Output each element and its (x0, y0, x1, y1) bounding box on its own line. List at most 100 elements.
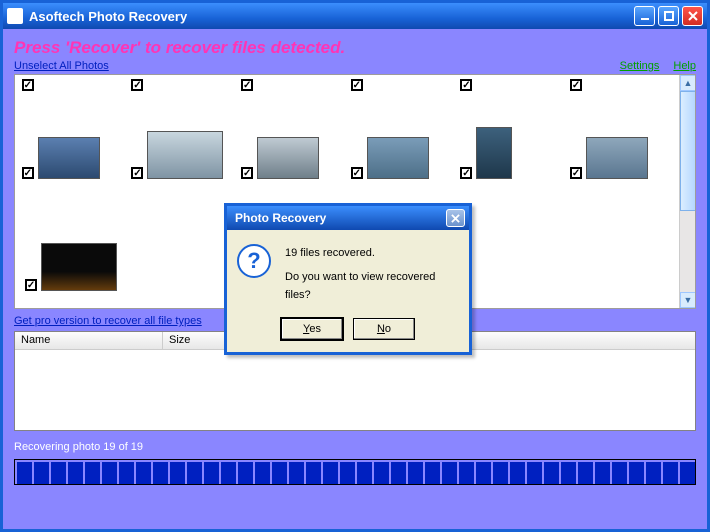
link-bar: Unselect All Photos Settings Help (14, 60, 696, 74)
status-text: Recovering photo 19 of 19 (14, 431, 696, 459)
photo-checkbox[interactable]: ✓ (241, 79, 253, 91)
thumbnail-cell: ✓ (131, 127, 235, 179)
instruction-text: Press 'Recover' to recover files detecte… (14, 36, 696, 60)
photo-thumbnail[interactable] (257, 137, 319, 179)
thumbnail-cell: ✓ (241, 79, 345, 93)
progress-segment (425, 462, 440, 484)
photo-checkbox[interactable]: ✓ (22, 79, 34, 91)
settings-link[interactable]: Settings (620, 60, 660, 72)
progress-segment (153, 462, 168, 484)
help-link[interactable]: Help (673, 60, 696, 72)
photo-checkbox[interactable]: ✓ (25, 279, 37, 291)
maximize-button[interactable] (658, 6, 679, 26)
progress-segment (136, 462, 151, 484)
scroll-up-button[interactable]: ▲ (680, 75, 696, 91)
progress-segment (340, 462, 355, 484)
dialog-close-button[interactable] (446, 209, 465, 227)
progress-segment (459, 462, 474, 484)
progress-segment (408, 462, 423, 484)
progress-segment (255, 462, 270, 484)
photo-thumbnail[interactable] (586, 137, 648, 179)
progress-segment (119, 462, 134, 484)
progress-segment (374, 462, 389, 484)
progress-segment (561, 462, 576, 484)
progress-segment (102, 462, 117, 484)
scroll-thumb[interactable] (680, 91, 696, 211)
progress-segment (595, 462, 610, 484)
no-button[interactable]: No (353, 318, 415, 340)
unselect-all-link[interactable]: Unselect All Photos (14, 60, 109, 72)
photo-thumbnail[interactable] (41, 243, 117, 291)
progress-segment (578, 462, 593, 484)
photo-checkbox[interactable]: ✓ (351, 167, 363, 179)
yes-button[interactable]: Yes (281, 318, 343, 340)
progress-segment (272, 462, 287, 484)
progress-segment (680, 462, 695, 484)
photo-checkbox[interactable]: ✓ (570, 167, 582, 179)
photo-checkbox[interactable]: ✓ (351, 79, 363, 91)
progress-segment (357, 462, 372, 484)
photo-thumbnail[interactable] (38, 137, 100, 179)
photo-thumbnail[interactable] (476, 127, 512, 179)
thumbnail-cell: ✓ (22, 127, 126, 179)
photo-checkbox[interactable]: ✓ (241, 167, 253, 179)
progress-segment (17, 462, 32, 484)
close-button[interactable] (682, 6, 703, 26)
photo-checkbox[interactable]: ✓ (460, 167, 472, 179)
photo-checkbox[interactable]: ✓ (131, 79, 143, 91)
thumbnail-cell: ✓ (131, 79, 235, 93)
thumbnail-cell: ✓ (570, 127, 674, 179)
progress-segment (170, 462, 185, 484)
photo-thumbnail[interactable] (367, 137, 429, 179)
thumbnail-cell: ✓ (460, 127, 564, 179)
progress-segment (51, 462, 66, 484)
question-icon: ? (237, 244, 271, 278)
thumbnail-cell: ✓ (241, 127, 345, 179)
dialog-titlebar: Photo Recovery (227, 206, 469, 230)
dialog-body: ? 19 files recovered. Do you want to vie… (227, 230, 469, 312)
scroll-down-button[interactable]: ▼ (680, 292, 696, 308)
app-icon: ▣ (7, 8, 23, 24)
no-button-suffix: o (385, 323, 391, 335)
progress-segment (493, 462, 508, 484)
progress-segment (612, 462, 627, 484)
dialog-message: 19 files recovered. Do you want to view … (285, 244, 459, 304)
dialog-buttons: Yes No (227, 312, 469, 352)
thumbnail-row: ✓ ✓ ✓ ✓ ✓ (19, 127, 677, 179)
progress-segment (527, 462, 542, 484)
progress-segment (289, 462, 304, 484)
photo-checkbox[interactable]: ✓ (460, 79, 472, 91)
progress-segment (629, 462, 644, 484)
progress-segment (663, 462, 678, 484)
dialog-title: Photo Recovery (231, 211, 446, 225)
dialog-message-line1: 19 files recovered. (285, 244, 459, 262)
pro-version-link[interactable]: Get pro version to recover all file type… (14, 315, 202, 327)
progress-segment (646, 462, 661, 484)
thumbnail-cell: ✓ (351, 127, 455, 179)
photo-checkbox[interactable]: ✓ (22, 167, 34, 179)
progress-segment (391, 462, 406, 484)
thumbnail-cell: ✓ (25, 221, 129, 291)
progress-segment (204, 462, 219, 484)
column-header-name[interactable]: Name (15, 332, 163, 349)
progress-segment (68, 462, 83, 484)
progress-segment (442, 462, 457, 484)
thumbnail-cell: ✓ (22, 79, 126, 93)
progress-segment (306, 462, 321, 484)
photo-thumbnail[interactable] (147, 131, 223, 179)
minimize-button[interactable] (634, 6, 655, 26)
yes-button-suffix: es (309, 323, 321, 335)
progress-segment (34, 462, 49, 484)
photo-checkbox[interactable]: ✓ (570, 79, 582, 91)
photo-checkbox[interactable]: ✓ (131, 167, 143, 179)
window-title: Asoftech Photo Recovery (29, 9, 631, 24)
recovery-dialog: Photo Recovery ? 19 files recovered. Do … (224, 203, 472, 355)
thumbnail-cell: ✓ (351, 79, 455, 93)
thumbnail-cell: ✓ (460, 79, 564, 93)
vertical-scrollbar[interactable]: ▲ ▼ (679, 75, 695, 308)
dialog-message-line2: Do you want to view recovered files? (285, 268, 459, 304)
progress-segment (187, 462, 202, 484)
app-window: ▣ Asoftech Photo Recovery Press 'Recover… (0, 0, 710, 532)
progress-bar (14, 459, 696, 485)
progress-segment (238, 462, 253, 484)
